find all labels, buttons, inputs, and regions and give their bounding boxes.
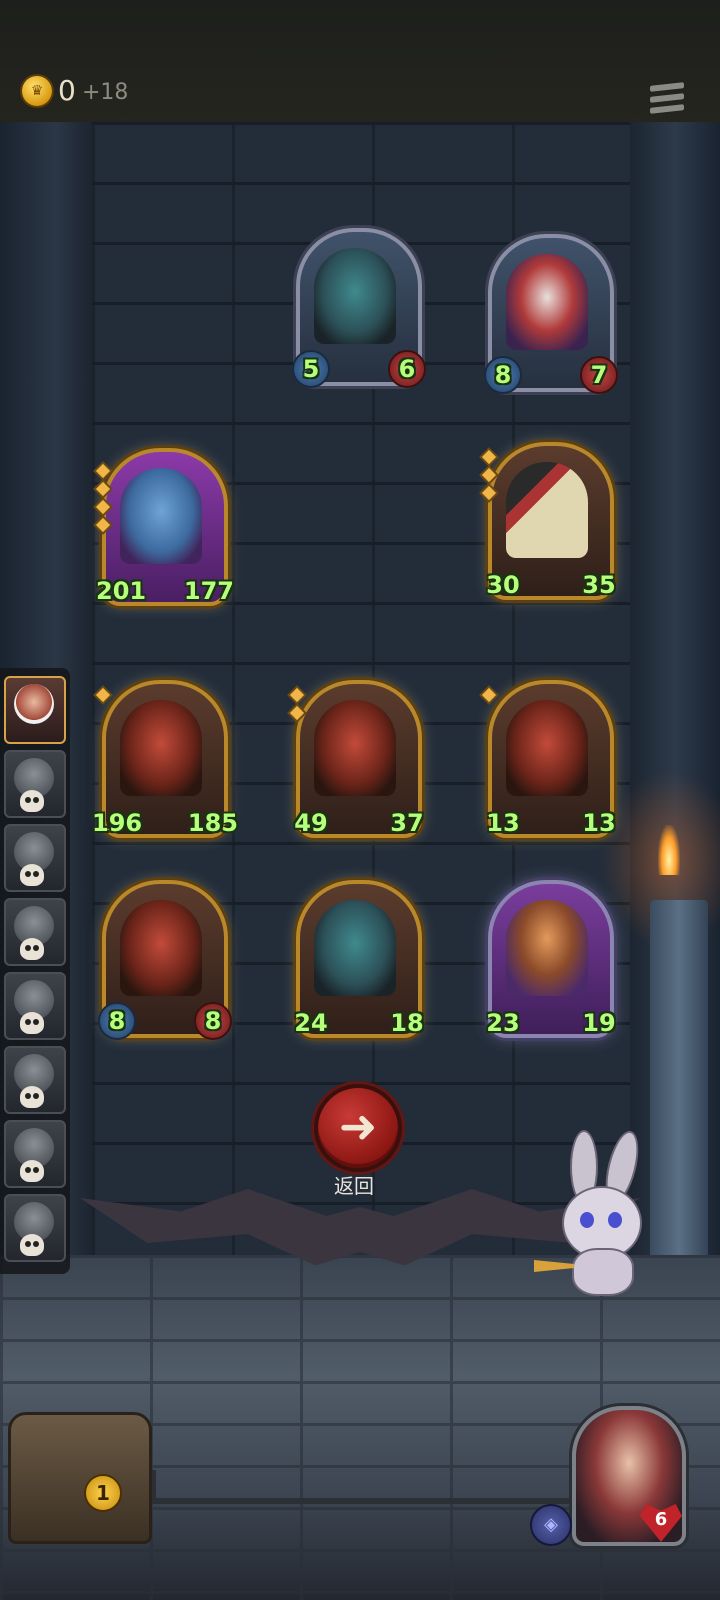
treasure-chest[interactable] (8, 1412, 152, 1544)
demon-portrait (314, 700, 396, 796)
attack-stat: 8 (484, 356, 522, 394)
bunny-eye (580, 1212, 594, 1228)
demon-portrait (120, 900, 202, 996)
shield-icon: ◈ (530, 1504, 572, 1546)
roster-slot-eliminated[interactable] (4, 750, 66, 818)
player-roster (0, 668, 70, 1274)
health-stat: 185 (187, 809, 238, 837)
health-stat: 6 (388, 350, 426, 388)
progress-trail (150, 1470, 582, 1504)
card-archer[interactable]: 23 19 (486, 880, 616, 1038)
attack-stat: 201 (96, 577, 147, 605)
card-dragon[interactable]: 201 177 (95, 448, 234, 606)
archer-portrait (506, 900, 588, 996)
attack-stat: 23 (486, 1009, 520, 1037)
card-demon-4[interactable]: 8 8 (98, 880, 232, 1040)
card-clown-top[interactable]: 8 7 (484, 234, 618, 394)
skull-icon (20, 1086, 44, 1108)
health-stat: 19 (582, 1009, 616, 1037)
health-stat: 18 (390, 1009, 424, 1037)
skull-icon (20, 1012, 44, 1034)
card-yeti-top[interactable]: 5 6 (292, 228, 426, 388)
roster-slot-eliminated[interactable] (4, 824, 66, 892)
card-demon-3[interactable]: 13 13 (481, 680, 616, 838)
health-stat: 177 (183, 577, 234, 605)
bunny-eye (608, 1212, 622, 1228)
horn-icon (534, 1260, 574, 1272)
health-stat: 13 (582, 809, 616, 837)
card-demon-2[interactable]: 49 37 (289, 680, 424, 838)
skull-icon (20, 938, 44, 960)
dragon-portrait (120, 468, 202, 564)
skull-icon (20, 864, 44, 886)
attack-stat: 5 (292, 350, 330, 388)
bunny-mascot[interactable] (534, 1127, 660, 1300)
attack-stat: 24 (294, 1009, 328, 1037)
health-stat: 37 (390, 809, 424, 837)
roster-slot-eliminated[interactable] (4, 1046, 66, 1114)
attack-stat: 196 (92, 809, 143, 837)
attack-stat: 13 (486, 809, 520, 837)
menu-icon[interactable] (650, 82, 684, 116)
top-bar: ♛ 0 +18 (0, 0, 720, 124)
health-stat: 8 (194, 1002, 232, 1040)
card-spade[interactable]: 30 35 (481, 442, 616, 600)
roster-slot-eliminated[interactable] (4, 972, 66, 1040)
health-stat: 7 (580, 356, 618, 394)
skull-icon (20, 790, 44, 812)
demon-portrait (120, 700, 202, 796)
roster-slot-eliminated[interactable] (4, 1120, 66, 1188)
torch-icon (658, 825, 680, 875)
arrow-left-icon: ➜ (338, 1099, 378, 1153)
skull-icon (20, 1160, 44, 1182)
health-stat: 35 (582, 571, 616, 599)
attack-stat: 49 (294, 809, 328, 837)
demon-portrait (506, 700, 588, 796)
yeti-portrait (314, 248, 396, 344)
attack-stat: 30 (486, 571, 520, 599)
chest-count-badge: 1 (84, 1474, 122, 1512)
roster-slot-hero[interactable] (4, 676, 66, 744)
back-button[interactable]: ➜ (314, 1084, 402, 1172)
back-label: 返回 (334, 1174, 374, 1198)
crown-coin-icon: ♛ (22, 76, 52, 106)
roster-slot-eliminated[interactable] (4, 898, 66, 966)
card-demon-1[interactable]: 196 185 (92, 680, 238, 838)
skull-icon (20, 1234, 44, 1256)
card-yeti-bottom[interactable]: 24 18 (294, 880, 424, 1038)
yeti-portrait (314, 900, 396, 996)
coin-count: 0 (58, 74, 76, 107)
coin-bonus: +18 (82, 80, 129, 105)
roster-slot-eliminated[interactable] (4, 1194, 66, 1262)
clown-portrait (506, 254, 588, 350)
attack-stat: 8 (98, 1002, 136, 1040)
hero-face (14, 684, 54, 724)
bunny-body (572, 1248, 634, 1296)
spade-knight-portrait (506, 462, 588, 558)
